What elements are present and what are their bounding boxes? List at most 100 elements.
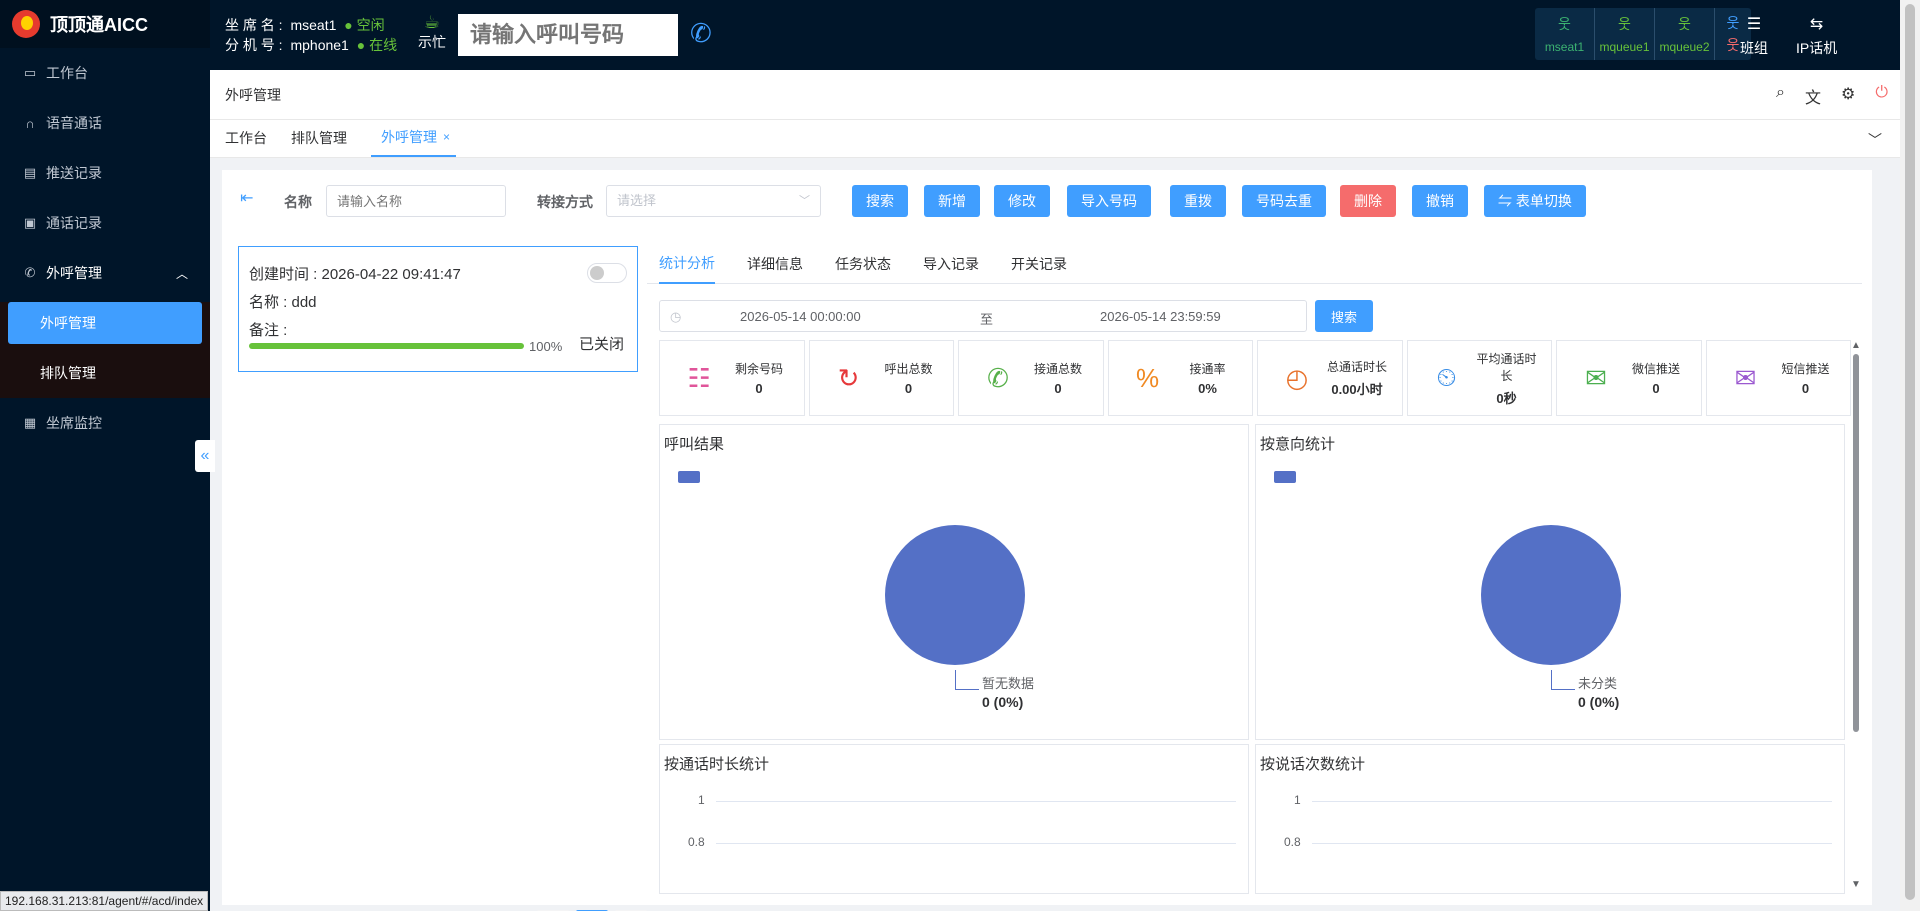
sidebar-item-label: 坐席监控: [46, 415, 102, 431]
sidebar-item-seat-monitor[interactable]: ▦ 坐席监控: [0, 398, 210, 448]
import-numbers-button[interactable]: 导入号码: [1067, 185, 1151, 217]
tab-label: 外呼管理: [381, 129, 437, 145]
fold-menu-icon[interactable]: ⇤: [240, 188, 253, 208]
sidebar-item-outbound[interactable]: ✆ 外呼管理 ︿: [0, 248, 210, 298]
queue-mseat1[interactable]: 웃 mseat1: [1535, 8, 1595, 60]
search-icon[interactable]: ⌕: [1776, 84, 1785, 108]
gridline: [1312, 843, 1832, 844]
add-button[interactable]: 新增: [924, 185, 980, 217]
legend-swatch[interactable]: [678, 471, 700, 483]
sidebar-item-voice[interactable]: ∩ 语音通话: [0, 98, 210, 148]
power-icon[interactable]: ⏻: [1875, 84, 1888, 108]
transfer-select[interactable]: 请选择 ﹀: [606, 185, 821, 217]
stat-value: 0秒: [1496, 390, 1517, 406]
top-bar: 坐 席 名 : mseat1 ● 空闲 分 机 号 : mphone1 ● 在线…: [210, 0, 1900, 70]
clock-icon: ◷: [670, 309, 682, 324]
dedupe-button[interactable]: 号码去重: [1242, 185, 1326, 217]
tab-task-status[interactable]: 任务状态: [835, 244, 891, 284]
form-switch-button[interactable]: ⇋ 表单切换: [1484, 185, 1586, 217]
group-button[interactable]: ☰ 班组: [1740, 14, 1768, 58]
scroll-up-icon[interactable]: ▲: [1851, 340, 1861, 351]
dial-number-input[interactable]: [458, 14, 678, 56]
seat-label: 坐 席 名 :: [225, 17, 283, 33]
stat-card: ◴ 总通话时长 0.00小时: [1257, 340, 1403, 416]
y-tick-label: 1: [1294, 793, 1301, 807]
queue-mqueue2[interactable]: 웃 mqueue2: [1655, 8, 1715, 60]
tab-import-records[interactable]: 导入记录: [923, 244, 979, 284]
content-panel: ⇤ 名称 转接方式 请选择 ﹀ 搜索 新增 修改 导入号码 重拨 号码去重 删除…: [222, 170, 1872, 911]
gridline: [1312, 801, 1832, 802]
collapse-sidebar-button[interactable]: «: [195, 440, 215, 472]
pie-leader-line: [1551, 670, 1575, 690]
busy-label: 示忙: [418, 34, 446, 50]
tab-queue[interactable]: 排队管理: [291, 119, 359, 157]
sidebar-item-label: 外呼管理: [46, 265, 102, 281]
sidebar-item-call-records[interactable]: ▣ 通话记录: [0, 198, 210, 248]
dial-phone-icon[interactable]: ✆: [690, 18, 720, 48]
legend-swatch[interactable]: [1274, 471, 1296, 483]
ip-phone-button[interactable]: ⇆ IP话机: [1796, 14, 1837, 58]
date-search-button[interactable]: 搜索: [1315, 300, 1374, 332]
revoke-button[interactable]: 撤销: [1412, 185, 1468, 217]
queue-mqueue1[interactable]: 웃 mqueue1: [1595, 8, 1655, 60]
status-url: 192.168.31.213:81/agent/#/acd/index: [0, 891, 209, 911]
stat-card: ✉ 短信推送 0: [1705, 340, 1851, 416]
date-range-picker[interactable]: ◷ 2026-05-14 00:00:00 至 2026-05-14 23:59…: [659, 300, 1307, 332]
chevron-down-icon[interactable]: ﹀: [1868, 130, 1882, 150]
redial-button[interactable]: 重拨: [1170, 185, 1226, 217]
name-input[interactable]: [326, 185, 506, 217]
app-logo[interactable]: 顶顶通AICC: [0, 0, 210, 48]
queue-label: mseat1: [1544, 40, 1585, 54]
tab-details[interactable]: 详细信息: [747, 244, 803, 284]
task-card[interactable]: 创建时间 : 2026-04-22 09:41:47 名称 : ddd 备注 :…: [238, 246, 638, 372]
stats-scrollbar[interactable]: ▲ ▼: [1850, 340, 1862, 890]
breadcrumb: 外呼管理: [225, 86, 281, 103]
stat-text: 微信推送 0: [1621, 360, 1691, 396]
clock-call-icon: ◴: [1285, 362, 1309, 393]
logo-icon: [12, 10, 40, 38]
list-icon: ☷: [687, 362, 711, 393]
edit-button[interactable]: 修改: [994, 185, 1050, 217]
tab-switch-records[interactable]: 开关记录: [1011, 244, 1067, 284]
call-out-icon: ↻: [837, 362, 860, 393]
pie-slice[interactable]: [885, 525, 1025, 665]
sidebar-item-label: 推送记录: [46, 165, 102, 181]
gear-icon[interactable]: ⚙: [1841, 84, 1855, 108]
sidebar-subitem-outbound[interactable]: 外呼管理: [8, 302, 202, 344]
tab-label: 排队管理: [291, 130, 347, 146]
intent-chart: 按意向统计 未分类 0 (0%): [1255, 424, 1845, 740]
stat-label: 接通总数: [1033, 362, 1082, 376]
sidebar-subitem-queue[interactable]: 排队管理: [0, 348, 210, 398]
sidebar-item-push-records[interactable]: ▤ 推送记录: [0, 148, 210, 198]
search-button[interactable]: 搜索: [852, 185, 908, 217]
pie-slice[interactable]: [1481, 525, 1621, 665]
form-switch-label: 表单切换: [1515, 193, 1572, 209]
close-icon[interactable]: ×: [443, 130, 450, 144]
date-end: 2026-05-14 23:59:59: [1100, 309, 1221, 324]
call-log-icon: ▣: [23, 215, 37, 230]
tab-outbound[interactable]: 外呼管理 ×: [371, 119, 457, 157]
scrollbar-thumb[interactable]: [1905, 4, 1915, 900]
tab-workbench[interactable]: 工作台: [225, 119, 279, 157]
stat-text: 短信推送 0: [1771, 360, 1841, 396]
seat-status: ● 空闲: [344, 17, 385, 33]
scrollbar-thumb[interactable]: [1853, 354, 1859, 732]
page-scrollbar[interactable]: [1900, 0, 1920, 911]
chart-title: 呼叫结果: [664, 436, 725, 453]
task-progress-bar: [249, 343, 524, 349]
stat-label: 平均通话时长: [1476, 351, 1537, 383]
sidebar-item-workbench[interactable]: ▭ 工作台: [0, 48, 210, 98]
busy-button[interactable]: ☕ 示忙: [418, 12, 446, 52]
task-list-panel: 创建时间 : 2026-04-22 09:41:47 名称 : ddd 备注 :…: [222, 230, 647, 911]
task-progress-text: 100%: [529, 339, 563, 354]
stat-label: 总通话时长: [1326, 360, 1387, 374]
stat-label: 微信推送: [1631, 362, 1680, 376]
ext-label: 分 机 号 :: [225, 37, 283, 53]
scroll-down-icon[interactable]: ▼: [1851, 879, 1861, 890]
duration-chart: 按通话时长统计 1 0.8: [659, 744, 1249, 894]
translate-icon[interactable]: 文: [1805, 84, 1821, 108]
delete-button[interactable]: 删除: [1340, 185, 1396, 217]
task-switch[interactable]: [587, 263, 627, 283]
call-result-chart: 呼叫结果 暂无数据 0 (0%): [659, 424, 1249, 740]
tab-stats[interactable]: 统计分析: [659, 244, 715, 284]
